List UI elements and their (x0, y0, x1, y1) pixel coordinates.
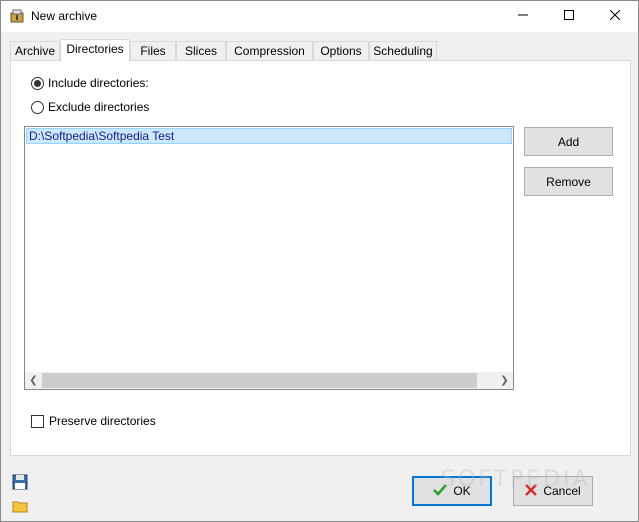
include-directories-option[interactable]: Include directories: (31, 76, 149, 90)
scroll-thumb[interactable] (42, 373, 477, 388)
close-button[interactable] (592, 1, 638, 31)
exclude-radio[interactable] (31, 100, 44, 114)
softpedia-watermark: SOFTPEDIA (441, 467, 591, 492)
title-bar: New archive (1, 1, 638, 32)
list-item[interactable]: D:\Softpedia\Softpedia Test (26, 128, 512, 144)
preserve-directories-option[interactable]: Preserve directories (31, 414, 156, 428)
include-radio[interactable] (31, 76, 44, 90)
tab-compression[interactable]: Compression (226, 41, 313, 61)
tab-directories[interactable]: Directories (60, 39, 130, 62)
include-label: Include directories: (48, 76, 149, 90)
maximize-button[interactable] (546, 1, 592, 31)
minimize-button[interactable] (500, 1, 546, 31)
directories-panel: Include directories: Exclude directories… (10, 60, 631, 456)
preserve-label: Preserve directories (49, 414, 156, 428)
save-icon[interactable] (11, 473, 29, 491)
new-archive-window: New archive Archive Directories Files Sl… (0, 0, 639, 522)
window-title: New archive (31, 9, 98, 23)
folder-icon[interactable] (11, 497, 29, 515)
tab-files[interactable]: Files (130, 41, 176, 61)
close-icon (609, 9, 621, 23)
scroll-left-icon[interactable]: ❮ (25, 372, 42, 389)
minimize-icon (518, 9, 528, 23)
preserve-checkbox[interactable] (31, 414, 44, 428)
scroll-right-icon[interactable]: ❯ (496, 372, 513, 389)
tab-strip: Archive Directories Files Slices Compres… (10, 39, 630, 62)
maximize-icon (564, 9, 574, 23)
tab-scheduling[interactable]: Scheduling (369, 41, 437, 61)
tab-slices[interactable]: Slices (176, 41, 226, 61)
directory-list[interactable]: D:\Softpedia\Softpedia Test ❮ ❯ (24, 126, 514, 390)
app-archive-icon (9, 8, 25, 24)
exclude-directories-option[interactable]: Exclude directories (31, 100, 149, 114)
remove-button[interactable]: Remove (524, 167, 613, 196)
horizontal-scrollbar[interactable]: ❮ ❯ (25, 372, 513, 389)
add-button[interactable]: Add (524, 127, 613, 156)
tab-archive[interactable]: Archive (10, 41, 60, 61)
tab-options[interactable]: Options (313, 41, 369, 61)
exclude-label: Exclude directories (48, 100, 150, 114)
